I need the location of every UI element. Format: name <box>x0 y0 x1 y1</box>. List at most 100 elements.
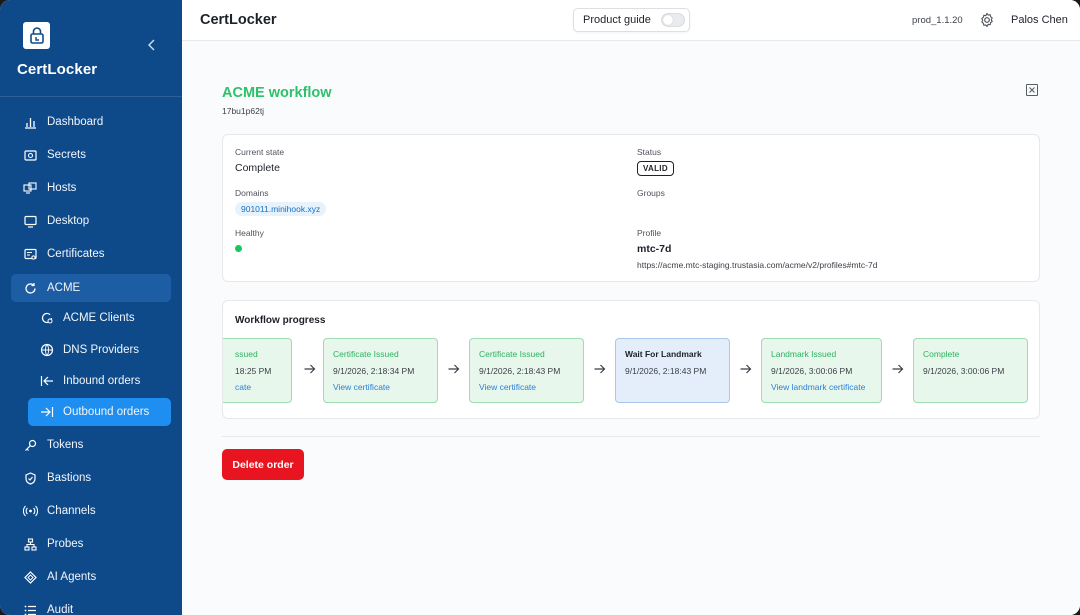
sidebar-item-label: Probes <box>47 538 84 550</box>
arrow-right-icon <box>594 364 606 374</box>
sidebar-item-audit[interactable]: Audit <box>11 596 171 615</box>
workflow-progress-card: Workflow progress ssued 18:25 PM cate Ce… <box>222 300 1040 419</box>
profile-url: https://acme.mtc-staging.trustasia.com/a… <box>637 260 878 270</box>
order-id: 17bu1p62tj <box>222 106 265 116</box>
step-title: Wait For Landmark <box>625 349 702 359</box>
bar-chart-icon <box>22 114 38 130</box>
sidebar-item-label: Hosts <box>47 182 77 194</box>
sidebar-item-tokens[interactable]: Tokens <box>11 431 171 459</box>
workflow-step-current: Wait For Landmark 9/1/2026, 2:18:43 PM <box>615 338 730 403</box>
sidebar-divider <box>0 96 182 97</box>
close-button[interactable] <box>1026 84 1038 96</box>
healthy-indicator <box>235 245 242 252</box>
sidebar-item-label: Dashboard <box>47 116 104 128</box>
version-label: prod_1.1.20 <box>912 15 963 26</box>
sidebar-item-label: AI Agents <box>47 571 97 583</box>
workflow-step: Complete 9/1/2026, 3:00:06 PM <box>913 338 1028 403</box>
sidebar-item-acme[interactable]: ACME <box>11 274 171 302</box>
sidebar-item-label: Bastions <box>47 472 92 484</box>
profile-label: Profile <box>637 228 662 238</box>
sidebar-item-bastions[interactable]: Bastions <box>11 464 171 492</box>
delete-order-button[interactable]: Delete order <box>222 449 304 480</box>
workflow-step: Certificate Issued 9/1/2026, 2:18:34 PM … <box>323 338 438 403</box>
view-certificate-link[interactable]: cate <box>235 382 291 392</box>
sidebar: CertLocker Dashboard Secrets Hosts Deskt… <box>0 0 182 615</box>
broadcast-icon <box>22 503 38 519</box>
client-icon <box>39 310 55 326</box>
sidebar-item-dashboard[interactable]: Dashboard <box>11 108 171 136</box>
sidebar-item-certificates[interactable]: Certificates <box>11 240 171 268</box>
collapse-sidebar-button[interactable] <box>144 38 160 56</box>
sidebar-item-label: Inbound orders <box>63 375 141 387</box>
sidebar-item-label: Channels <box>47 505 96 517</box>
switch-knob <box>662 15 673 25</box>
arrow-right-icon <box>448 364 460 374</box>
gear-icon <box>981 12 993 28</box>
sidebar-item-dns-providers[interactable]: DNS Providers <box>28 336 171 364</box>
step-time: 9/1/2026, 2:18:34 PM <box>333 366 415 376</box>
settings-button[interactable] <box>979 12 995 28</box>
sidebar-item-label: ACME <box>47 282 81 294</box>
lock-logo-icon <box>29 26 44 44</box>
workflow-step: Landmark Issued 9/1/2026, 3:00:06 PM Vie… <box>761 338 882 403</box>
arrow-right-icon <box>740 364 752 374</box>
step-title: Landmark Issued <box>771 349 837 359</box>
chevron-left-icon <box>148 39 155 51</box>
product-guide-switch[interactable] <box>660 13 685 27</box>
key-icon <box>22 437 38 453</box>
globe-icon <box>39 342 55 358</box>
sidebar-item-label: ACME Clients <box>63 312 135 324</box>
view-certificate-link[interactable]: View certificate <box>479 382 583 392</box>
main-content: CertLocker Product guide prod_1.1.20 Pal… <box>182 0 1080 615</box>
status-badge: VALID <box>637 161 674 176</box>
step-time: 18:25 PM <box>235 366 272 376</box>
sidebar-item-acme-clients[interactable]: ACME Clients <box>28 304 171 332</box>
current-state-value: Complete <box>235 162 280 174</box>
step-time: 9/1/2026, 3:00:06 PM <box>923 366 1005 376</box>
sidebar-item-desktop[interactable]: Desktop <box>11 207 171 235</box>
sidebar-item-inbound-orders[interactable]: Inbound orders <box>28 367 171 395</box>
sidebar-item-hosts[interactable]: Hosts <box>11 174 171 202</box>
hosts-icon <box>22 180 38 196</box>
view-landmark-certificate-link[interactable]: View landmark certificate <box>771 382 881 392</box>
top-bar: CertLocker Product guide prod_1.1.20 Pal… <box>182 0 1080 41</box>
step-title: ssued <box>235 349 258 359</box>
network-icon <box>22 536 38 552</box>
page-title: ACME workflow <box>222 85 332 101</box>
healthy-label: Healthy <box>235 228 264 238</box>
step-title: Complete <box>923 349 960 359</box>
status-label: Status <box>637 147 662 157</box>
domains-label: Domains <box>235 188 269 198</box>
app-window: CertLocker Dashboard Secrets Hosts Deskt… <box>0 0 1080 615</box>
certificate-icon <box>22 246 38 262</box>
product-guide-label: Product guide <box>583 14 651 26</box>
user-name[interactable]: Palos Chen <box>1011 14 1068 26</box>
view-certificate-link[interactable]: View certificate <box>333 382 437 392</box>
profile-value: mtc-7d <box>637 243 672 255</box>
sidebar-item-channels[interactable]: Channels <box>11 497 171 525</box>
step-time: 9/1/2026, 3:00:06 PM <box>771 366 853 376</box>
workflow-steps: ssued 18:25 PM cate Certificate Issued 9… <box>223 338 1039 404</box>
order-details-card: Current state Complete Status VALID Doma… <box>222 134 1040 282</box>
sidebar-item-secrets[interactable]: Secrets <box>11 141 171 169</box>
app-title: CertLocker <box>200 12 277 28</box>
sidebar-item-label: DNS Providers <box>63 344 140 356</box>
sidebar-item-label: Tokens <box>47 439 84 451</box>
app-logo <box>23 22 50 49</box>
step-title: Certificate Issued <box>479 349 545 359</box>
step-time: 9/1/2026, 2:18:43 PM <box>479 366 561 376</box>
inbound-icon <box>39 373 55 389</box>
workflow-step: ssued 18:25 PM cate <box>223 338 292 403</box>
sidebar-item-ai-agents[interactable]: AI Agents <box>11 563 171 591</box>
sidebar-item-label: Outbound orders <box>63 406 150 418</box>
sidebar-item-label: Audit <box>47 604 74 615</box>
workflow-step: Certificate Issued 9/1/2026, 2:18:43 PM … <box>469 338 584 403</box>
arrow-right-icon <box>304 364 316 374</box>
section-divider <box>222 436 1040 437</box>
current-state-label: Current state <box>235 147 285 157</box>
step-time: 9/1/2026, 2:18:43 PM <box>625 366 707 376</box>
product-guide-toggle[interactable]: Product guide <box>573 8 690 32</box>
sidebar-item-probes[interactable]: Probes <box>11 530 171 558</box>
ai-icon <box>22 569 38 585</box>
sidebar-item-outbound-orders[interactable]: Outbound orders <box>28 398 171 426</box>
